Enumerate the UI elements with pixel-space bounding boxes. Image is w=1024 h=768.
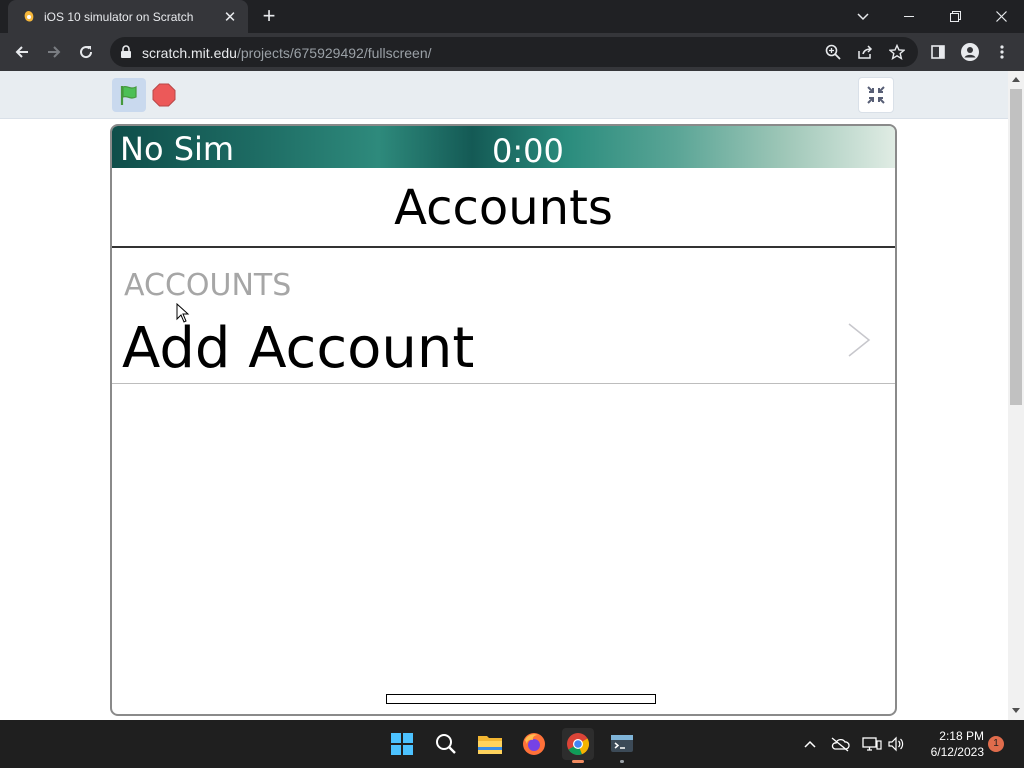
start-button[interactable]	[386, 728, 418, 760]
stop-icon	[152, 83, 176, 107]
url-host: scratch.mit.edu	[142, 45, 237, 61]
cloud-off-icon	[831, 737, 850, 752]
windows-start-icon	[391, 733, 413, 755]
active-app-indicator	[572, 760, 584, 763]
system-clock[interactable]: 2:18 PM 6/12/2023	[912, 728, 984, 760]
chrome-icon	[567, 733, 590, 756]
chevron-up-icon	[804, 740, 816, 748]
mouse-cursor-icon	[176, 303, 190, 323]
exit-fullscreen-icon	[867, 86, 885, 104]
clock-time: 2:18 PM	[939, 729, 984, 743]
terminal-button[interactable]	[606, 728, 638, 763]
side-panel-icon	[931, 45, 945, 59]
exit-fullscreen-button[interactable]	[858, 77, 894, 113]
volume-icon	[888, 736, 904, 752]
scratch-favicon-icon	[22, 10, 36, 24]
terminal-icon	[611, 735, 633, 752]
taskbar-search-button[interactable]	[430, 728, 462, 760]
reload-icon	[80, 46, 93, 59]
share-button[interactable]	[856, 43, 874, 61]
close-icon	[995, 11, 1007, 22]
share-icon	[858, 45, 873, 59]
zoom-icon	[825, 44, 841, 60]
side-panel-button[interactable]	[926, 41, 950, 63]
windows-taskbar: 2:18 PM 6/12/2023 1	[0, 720, 1024, 768]
network-button[interactable]	[862, 734, 882, 754]
scroll-up-arrow-icon[interactable]	[1012, 75, 1020, 83]
menu-icon	[1000, 45, 1004, 59]
chrome-button[interactable]	[562, 728, 594, 763]
chevron-down-icon	[857, 12, 869, 20]
zoom-button[interactable]	[824, 43, 842, 61]
tab-title: iOS 10 simulator on Scratch	[44, 9, 194, 24]
scratch-controls-bar	[0, 71, 1008, 119]
file-explorer-icon	[478, 736, 502, 754]
chevron-right-icon	[848, 323, 871, 357]
url-text: scratch.mit.edu/projects/675929492/fulls…	[142, 45, 432, 61]
add-account-row[interactable]: Add Account	[112, 312, 895, 384]
tray-overflow-button[interactable]	[800, 734, 820, 754]
carrier-label: No Sim	[120, 130, 235, 168]
home-indicator[interactable]	[386, 694, 656, 704]
browser-toolbar: scratch.mit.edu/projects/675929492/fulls…	[0, 33, 1024, 71]
browser-tab[interactable]: iOS 10 simulator on Scratch ✕	[8, 0, 248, 33]
clock-date: 6/12/2023	[930, 745, 984, 759]
tab-close-button[interactable]: ✕	[220, 7, 240, 27]
green-flag-icon	[120, 85, 137, 105]
section-header: ACCOUNTS	[124, 268, 292, 303]
scroll-down-arrow-icon[interactable]	[1012, 707, 1020, 715]
network-icon	[862, 737, 882, 751]
green-flag-button[interactable]	[112, 78, 146, 112]
back-button[interactable]	[10, 41, 34, 63]
forward-icon	[48, 46, 61, 58]
close-window-button[interactable]	[978, 0, 1024, 33]
page-title: Accounts	[112, 168, 895, 248]
url-path: /projects/675929492/fullscreen/	[236, 45, 432, 61]
running-app-indicator	[620, 760, 624, 763]
add-account-label: Add Account	[122, 316, 475, 381]
firefox-button[interactable]	[518, 728, 550, 760]
project-stage[interactable]: No Sim 0:00 Accounts ACCOUNTS Add Accoun…	[110, 124, 897, 716]
lock-icon	[121, 45, 131, 58]
page-scrollbar[interactable]	[1008, 71, 1024, 720]
bookmark-button[interactable]	[888, 43, 906, 61]
file-explorer-button[interactable]	[474, 728, 506, 760]
reload-button[interactable]	[74, 41, 98, 63]
address-bar[interactable]: scratch.mit.edu/projects/675929492/fulls…	[110, 37, 918, 67]
star-icon	[889, 44, 905, 60]
profile-icon	[961, 43, 979, 61]
minimize-button[interactable]	[886, 0, 932, 33]
back-icon	[15, 46, 28, 58]
notification-badge[interactable]: 1	[988, 736, 1004, 752]
volume-button[interactable]	[886, 734, 906, 754]
ios-status-bar: No Sim 0:00	[112, 126, 895, 170]
new-tab-button[interactable]: +	[258, 5, 280, 28]
restore-button[interactable]	[932, 0, 978, 33]
browser-tab-bar: iOS 10 simulator on Scratch ✕ +	[0, 0, 1024, 33]
search-icon	[436, 734, 456, 754]
onedrive-button[interactable]	[830, 734, 850, 754]
stop-button[interactable]	[152, 83, 176, 107]
tab-search-button[interactable]	[840, 0, 886, 33]
firefox-icon	[523, 733, 545, 755]
restore-icon	[949, 11, 961, 22]
minimize-icon	[904, 15, 914, 17]
forward-button[interactable]	[42, 41, 66, 63]
scrollbar-thumb[interactable]	[1010, 89, 1022, 405]
menu-button[interactable]	[990, 41, 1014, 63]
status-clock: 0:00	[492, 132, 564, 170]
profile-button[interactable]	[958, 41, 982, 63]
